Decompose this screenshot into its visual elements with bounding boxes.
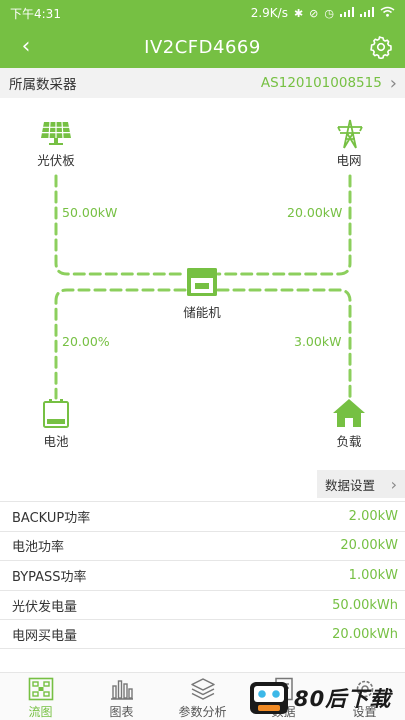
cassette-logo-icon (250, 682, 288, 714)
param-name: BYPASS功率 (12, 569, 87, 585)
grid-flow-line (216, 174, 352, 276)
gear-icon[interactable] (369, 35, 393, 60)
watermark-text: 80后下载 (294, 687, 392, 711)
bar-chart-icon (110, 680, 133, 700)
signal-icon (360, 6, 374, 20)
battery-label: 电池 (43, 434, 69, 449)
collector-label: 所属数采器 (9, 77, 77, 93)
param-name: BACKUP功率 (12, 510, 91, 526)
param-name: 电池功率 (12, 540, 65, 556)
alarm-icon: ◷ (324, 6, 334, 20)
param-value: 2.00kW (348, 508, 398, 524)
wifi-icon (380, 6, 395, 20)
load-power-value: 3.00kW (294, 334, 342, 349)
grid-power-value: 20.00kW (287, 205, 343, 220)
tab-flow[interactable]: 流图 (0, 673, 81, 720)
data-settings-row: 数据设置 › (0, 468, 405, 500)
data-settings-button[interactable]: 数据设置 › (317, 470, 405, 498)
param-value: 50.00kWh (332, 597, 398, 613)
grid-label: 电网 (336, 153, 362, 168)
param-name: 光伏发电量 (12, 599, 78, 615)
chevron-right-icon: › (389, 72, 397, 94)
status-time: 下午4:31 (10, 6, 61, 21)
tab-label: 参数分析 (178, 705, 227, 719)
tab-chart[interactable]: 图表 (81, 673, 162, 720)
list-item: BYPASS功率 1.00kW (0, 560, 405, 590)
pv-label: 光伏板 (37, 153, 75, 168)
net-speed: 2.9K/s (250, 6, 288, 20)
list-item: 电网买电量 20.00kWh (0, 619, 405, 649)
inverter-icon[interactable] (186, 267, 218, 297)
pv-flow-line (54, 174, 187, 276)
collector-row[interactable]: 所属数采器 AS120101008515 › (0, 68, 405, 98)
pv-power-value: 50.00kW (62, 205, 118, 220)
tab-label: 流图 (28, 705, 53, 719)
status-bar: 下午4:31 2.9K/s ✱ ⊘ ◷ (0, 0, 405, 26)
list-item: 电池功率 20.00kW (0, 530, 405, 561)
layers-icon (190, 678, 215, 700)
param-list: BACKUP功率 2.00kW 电池功率 20.00kW BYPASS功率 1.… (0, 501, 405, 649)
page-title: IV2CFD4669 (144, 36, 261, 58)
data-settings-label: 数据设置 (325, 477, 376, 493)
param-value: 20.00kWh (332, 626, 398, 642)
tab-param-analysis[interactable]: 参数分析 (162, 673, 243, 720)
list-item: 光伏发电量 50.00kWh (0, 589, 405, 620)
battery-soc-value: 20.00% (62, 334, 110, 349)
energy-flow-diagram: 光伏板 电网 50.00kW 20.00kW 储能机 20.00% 3.00kW… (0, 98, 405, 468)
param-value: 1.00kW (348, 567, 398, 583)
signal-icon (340, 6, 354, 20)
load-label: 负载 (336, 434, 362, 449)
tab-label: 图表 (109, 705, 134, 719)
param-name: 电网买电量 (12, 628, 78, 644)
power-tower-icon[interactable] (334, 118, 366, 150)
battery-icon[interactable] (42, 398, 70, 428)
flow-diagram-icon (28, 677, 53, 701)
storage-label: 储能机 (183, 305, 221, 320)
collector-value: AS120101008515 (260, 75, 382, 91)
chevron-right-icon: › (390, 474, 397, 494)
mute-icon: ⊘ (309, 6, 319, 20)
house-icon[interactable] (332, 398, 366, 428)
bluetooth-icon: ✱ (293, 6, 304, 20)
chevron-left-icon[interactable]: ‹ (14, 33, 38, 61)
list-item: BACKUP功率 2.00kW (0, 501, 405, 531)
param-value: 20.00kW (340, 538, 398, 554)
app-header: ‹ IV2CFD4669 (0, 26, 405, 68)
solar-panel-icon[interactable] (40, 120, 72, 146)
watermark-logo: 80后下载 (248, 676, 405, 720)
